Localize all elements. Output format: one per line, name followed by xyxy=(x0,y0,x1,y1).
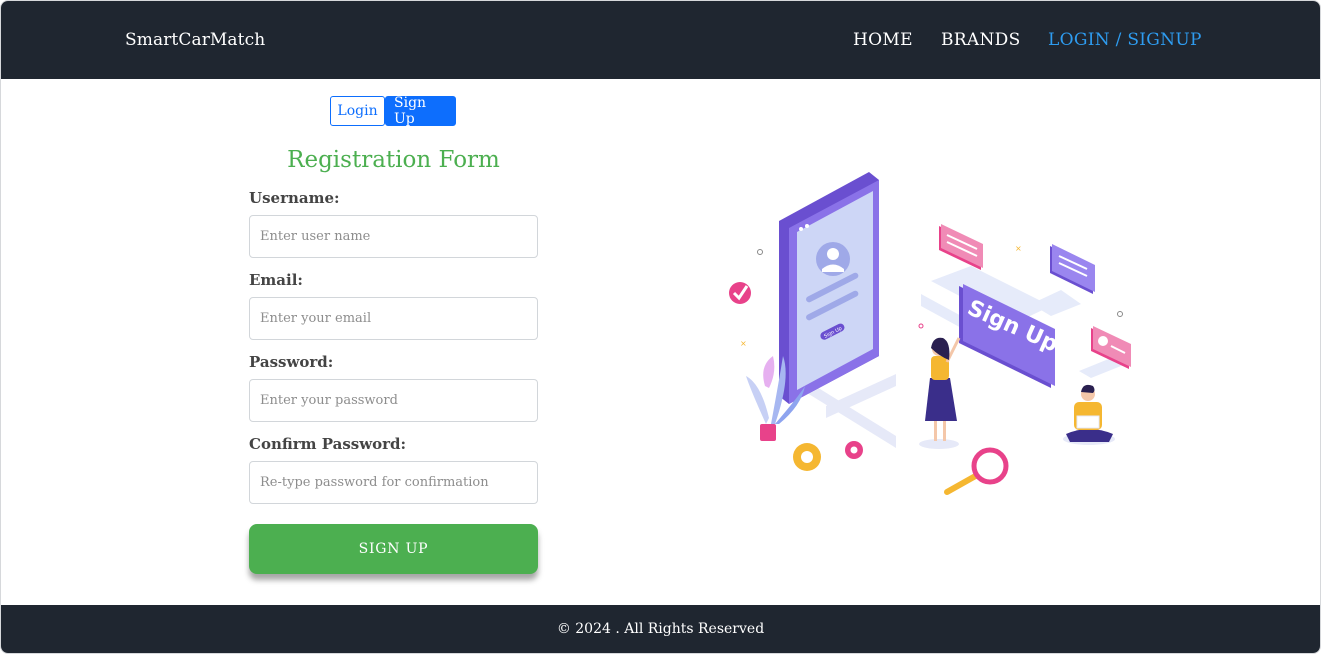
email-input[interactable] xyxy=(249,297,538,340)
nav-home-link[interactable]: HOME xyxy=(853,30,913,50)
svg-text:×: × xyxy=(740,339,747,348)
page-frame: SmartCarMatch HOME BRANDS LOGIN / SIGNUP… xyxy=(0,0,1321,654)
gear-icon xyxy=(845,441,863,459)
page-footer: © 2024 . All Rights Reserved xyxy=(1,605,1320,653)
auth-toggle-group: Login Sign Up xyxy=(330,95,456,127)
username-input[interactable] xyxy=(249,215,538,258)
message-card-icon xyxy=(939,224,983,270)
email-label: Email: xyxy=(249,271,303,289)
check-icon xyxy=(729,282,751,304)
password-input[interactable] xyxy=(249,379,538,422)
copyright-text: © 2024 . All Rights Reserved xyxy=(556,621,765,637)
username-label: Username: xyxy=(249,189,340,207)
svg-text:×: × xyxy=(1015,244,1022,253)
gear-icon xyxy=(793,443,821,471)
top-navbar: SmartCarMatch HOME BRANDS LOGIN / SIGNUP xyxy=(1,1,1320,79)
message-card-icon xyxy=(1050,244,1095,294)
nav-login-signup-link[interactable]: LOGIN / SIGNUP xyxy=(1048,30,1202,50)
phone-illustration: Sign Up xyxy=(779,172,879,404)
magnifier-icon xyxy=(944,447,1009,495)
signup-toggle-button[interactable]: Sign Up xyxy=(385,95,456,127)
man-figure-illustration xyxy=(1063,384,1115,445)
nav-brands-link[interactable]: BRANDS xyxy=(941,30,1021,50)
signup-illustration: Sign Up Sign Up × × xyxy=(729,172,1131,495)
signup-submit-button[interactable]: SIGN UP xyxy=(249,524,538,574)
brand-logo-link[interactable]: SmartCarMatch xyxy=(125,30,265,50)
confirm-password-input[interactable] xyxy=(249,461,538,504)
login-toggle-button[interactable]: Login xyxy=(330,96,385,126)
woman-figure-illustration xyxy=(919,337,961,449)
confirm-password-label: Confirm Password: xyxy=(249,435,407,453)
password-label: Password: xyxy=(249,353,334,371)
form-title: Registration Form xyxy=(287,147,500,173)
